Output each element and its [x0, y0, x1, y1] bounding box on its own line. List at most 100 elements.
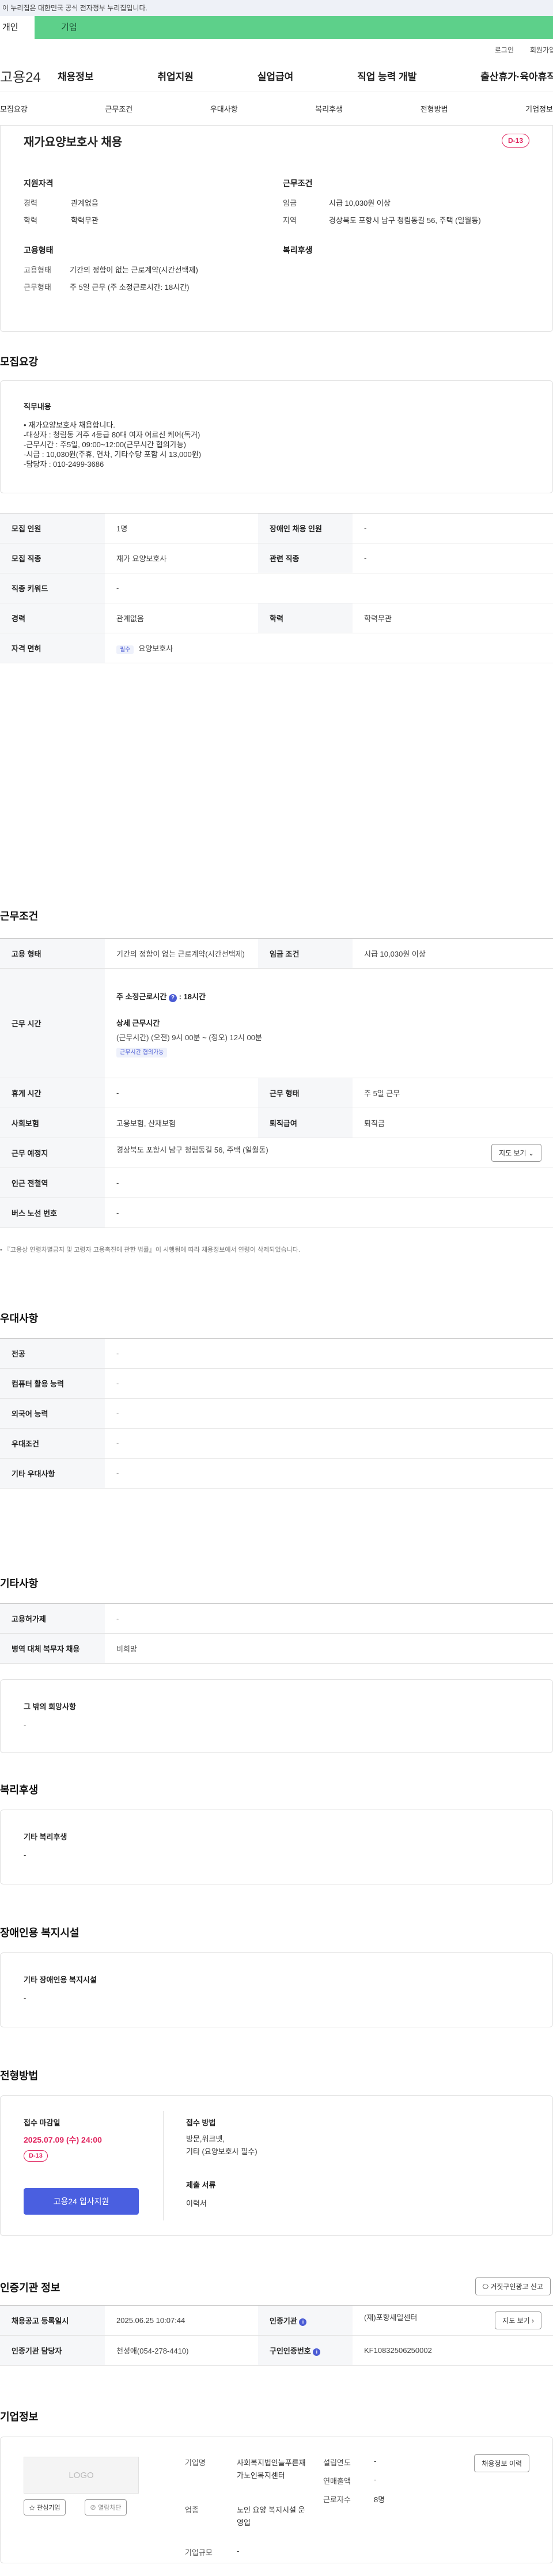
gnb-item-training[interactable]: 직업 능력 개발	[357, 69, 416, 83]
duty-line: -대상자 : 청림동 거주 4등급 80대 여자 어르신 케어(독거)	[24, 430, 200, 439]
company-section: 기업정보 LOGO ☆ 관심기업 ⊘ 열람차단 기업명 사회복지법인늘푸른재가노…	[0, 2409, 553, 2576]
recruit-title: 모집요강	[0, 356, 39, 368]
table-row: 모집 인원 1명 장애인 채용 인원 -	[0, 513, 553, 543]
row-label: 고용허가제	[0, 1603, 105, 1634]
emp-type-label: 고용형태	[24, 266, 51, 274]
gnb-item-unemployment[interactable]: 실업급여	[257, 69, 294, 83]
cond-region-label: 지역	[283, 216, 297, 225]
row-value: (재)포항새일센터	[364, 2313, 418, 2322]
industry-value: 노인 요양 복지시설 운영업	[237, 2506, 305, 2527]
job-title: 재가요양보호사 채용	[24, 136, 123, 149]
cond-wage-label: 임금	[283, 199, 297, 207]
weekly-hours-value: : 18시간	[179, 992, 206, 1001]
row-value: -	[105, 1078, 258, 1108]
docs-label: 제출 서류	[186, 2181, 216, 2189]
login-link[interactable]: 로그인	[495, 45, 514, 55]
history-button[interactable]: 채용정보 이력	[474, 2454, 529, 2472]
method-label: 접수 방법	[186, 2118, 216, 2127]
snb-item-prefer[interactable]: 우대사항	[210, 103, 238, 114]
dday-badge: D-13	[501, 134, 529, 148]
row-label: 퇴직급여	[258, 1108, 353, 1138]
report-button[interactable]: ⎔ 거짓구인광고 신고	[475, 2277, 551, 2295]
row-value: 시급 10,030원 이상	[353, 938, 553, 969]
snb-item-condition[interactable]: 근무조건	[105, 103, 132, 114]
audience-tabs: 개인 기업	[0, 16, 553, 39]
table-row: 전공 -	[0, 1338, 553, 1369]
cert-section: 인증기관 정보 ⎔ 거짓구인광고 신고 채용공고 등록일시 2025.06.25 …	[0, 2277, 553, 2409]
tab-company[interactable]: 기업	[35, 16, 553, 39]
row-label: 기타 우대사항	[0, 1458, 105, 1489]
row-label: 인근 전철역	[0, 1168, 105, 1198]
age-law-note: • 『고용상 연령차별금지 및 고령자 고용촉진에 관한 법률』이 시행됨에 따…	[0, 1247, 300, 1253]
row-label: 우대조건	[0, 1428, 105, 1459]
prefer-title: 우대사항	[0, 1313, 39, 1324]
emp-type-value: 기간의 정함이 없는 근로계약(시간선택제)	[70, 266, 198, 274]
table-row: 고용 형태 기간의 정함이 없는 근로계약(시간선택제) 임금 조건 시급 10,03…	[0, 938, 553, 969]
table-row: 우대조건 -	[0, 1428, 553, 1459]
gnb-item-employment-support[interactable]: 취업지원	[157, 69, 194, 83]
global-nav: 고용24 채용정보 취업지원 실업급여 직업 능력 개발 출산휴가·육아휴직	[0, 60, 553, 92]
snb-item-selection[interactable]: 전형방법	[421, 103, 448, 114]
apply-button[interactable]: 고용24 입사지원	[24, 2188, 139, 2215]
condition-title: 근무조건	[0, 911, 39, 922]
row-label: 장애인 채용 인원	[258, 513, 353, 543]
block-button[interactable]: ⊘ 열람차단	[85, 2499, 127, 2515]
row-label: 구인인증번호	[270, 2347, 311, 2355]
tab-person[interactable]: 개인	[0, 16, 35, 39]
utility-bar: 로그인 회원가입	[0, 39, 553, 60]
snb-item-recruit[interactable]: 모집요강	[0, 103, 28, 114]
duty-line: -시급 : 10,030원(주휴, 연차, 기타수당 포함 시 13,000원)	[24, 450, 202, 459]
license-cell: 필수 요양보호사	[105, 633, 553, 663]
chevron-right-icon: ›	[532, 2317, 534, 2325]
duty-line: -근무시간 : 주5일, 09:00~12:00(근무시간 협의가능)	[24, 440, 186, 449]
site-logo[interactable]: 고용24	[0, 66, 58, 86]
extra-title: 그 밖의 희망사항	[24, 1702, 76, 1711]
table-row: 고용허가제 -	[0, 1603, 553, 1634]
company-name-label: 기업명	[185, 2458, 206, 2467]
row-value: -	[105, 1398, 553, 1429]
row-label: 병역 대체 복무자 채용	[0, 1633, 105, 1664]
row-value: 재가 요양보호사	[105, 543, 258, 573]
cert-map-button[interactable]: 지도 보기 ›	[495, 2311, 541, 2329]
etc-section: 기타사항 고용허가제 - 병역 대체 복무자 채용 비희망 그 밖의 희망사항 -	[0, 1576, 553, 1782]
favorite-label: 관심기업	[37, 2505, 60, 2511]
table-row: 사회보험 고용보험, 산재보험 퇴직급여 퇴직금	[0, 1108, 553, 1138]
favorite-company-button[interactable]: ☆ 관심기업	[24, 2499, 66, 2515]
divider	[163, 2111, 164, 2220]
cond-region-value: 경상북도 포항시 남구 청림동길 56, 주택 (일월동)	[329, 216, 481, 225]
info-icon[interactable]: i	[313, 2348, 321, 2356]
selection-title: 전형방법	[0, 2070, 39, 2082]
required-tag: 필수	[116, 645, 134, 654]
table-row: 병역 대체 복무자 채용 비희망	[0, 1633, 553, 1664]
duty-line: • 재가요양보호사 채용합니다.	[24, 421, 115, 429]
employees-label: 근로자수	[323, 2495, 351, 2504]
qual-career-value: 관계없음	[71, 199, 99, 207]
duty-title: 직무내용	[24, 402, 51, 411]
map-button[interactable]: 지도 보기 ⌄	[491, 1144, 541, 1162]
qual-career-label: 경력	[24, 199, 37, 207]
employees-value: 8명	[374, 2495, 385, 2504]
table-row: 인근 전철역 -	[0, 1168, 553, 1198]
snb-item-welfare[interactable]: 복리후생	[315, 103, 343, 114]
extra-card: 그 밖의 희망사항 -	[0, 1679, 553, 1753]
row-value: -	[105, 1458, 553, 1489]
method-lines: 방문,워크넷, 기타 (요양보호사 필수)	[186, 2133, 257, 2158]
signup-link[interactable]: 회원가입	[530, 45, 553, 55]
row-label: 임금 조건	[258, 938, 353, 969]
info-icon[interactable]: i	[299, 2318, 307, 2326]
row-label: 외국어 능력	[0, 1398, 105, 1429]
row-label: 자격 면허	[0, 633, 105, 663]
disability-title: 장애인용 복지시설	[0, 1927, 79, 1939]
disability-box-value: -	[24, 1993, 26, 2002]
company-card: LOGO ☆ 관심기업 ⊘ 열람차단 기업명 사회복지법인늘푸른재가노인복지센터…	[0, 2437, 553, 2563]
gnb-item-jobs[interactable]: 채용정보	[58, 69, 94, 83]
cert-table: 채용공고 등록일시 2025.06.25 10:07:44 인증기관 i (재)포항새…	[0, 2305, 553, 2366]
help-icon[interactable]: ?	[168, 994, 177, 1002]
row-label: 채용공고 등록일시	[0, 2305, 105, 2336]
summary-card: 재가요양보호사 채용 D-13 지원자격 경력 관계없음 학력 학력무관 근무조건 …	[0, 126, 553, 332]
snb-item-company[interactable]: 기업정보	[525, 103, 553, 114]
row-label: 경력	[0, 603, 105, 633]
row-value: -	[105, 1338, 553, 1369]
row-label: 사회보험	[0, 1108, 105, 1138]
gnb-item-leave[interactable]: 출산휴가·육아휴직	[480, 69, 553, 83]
